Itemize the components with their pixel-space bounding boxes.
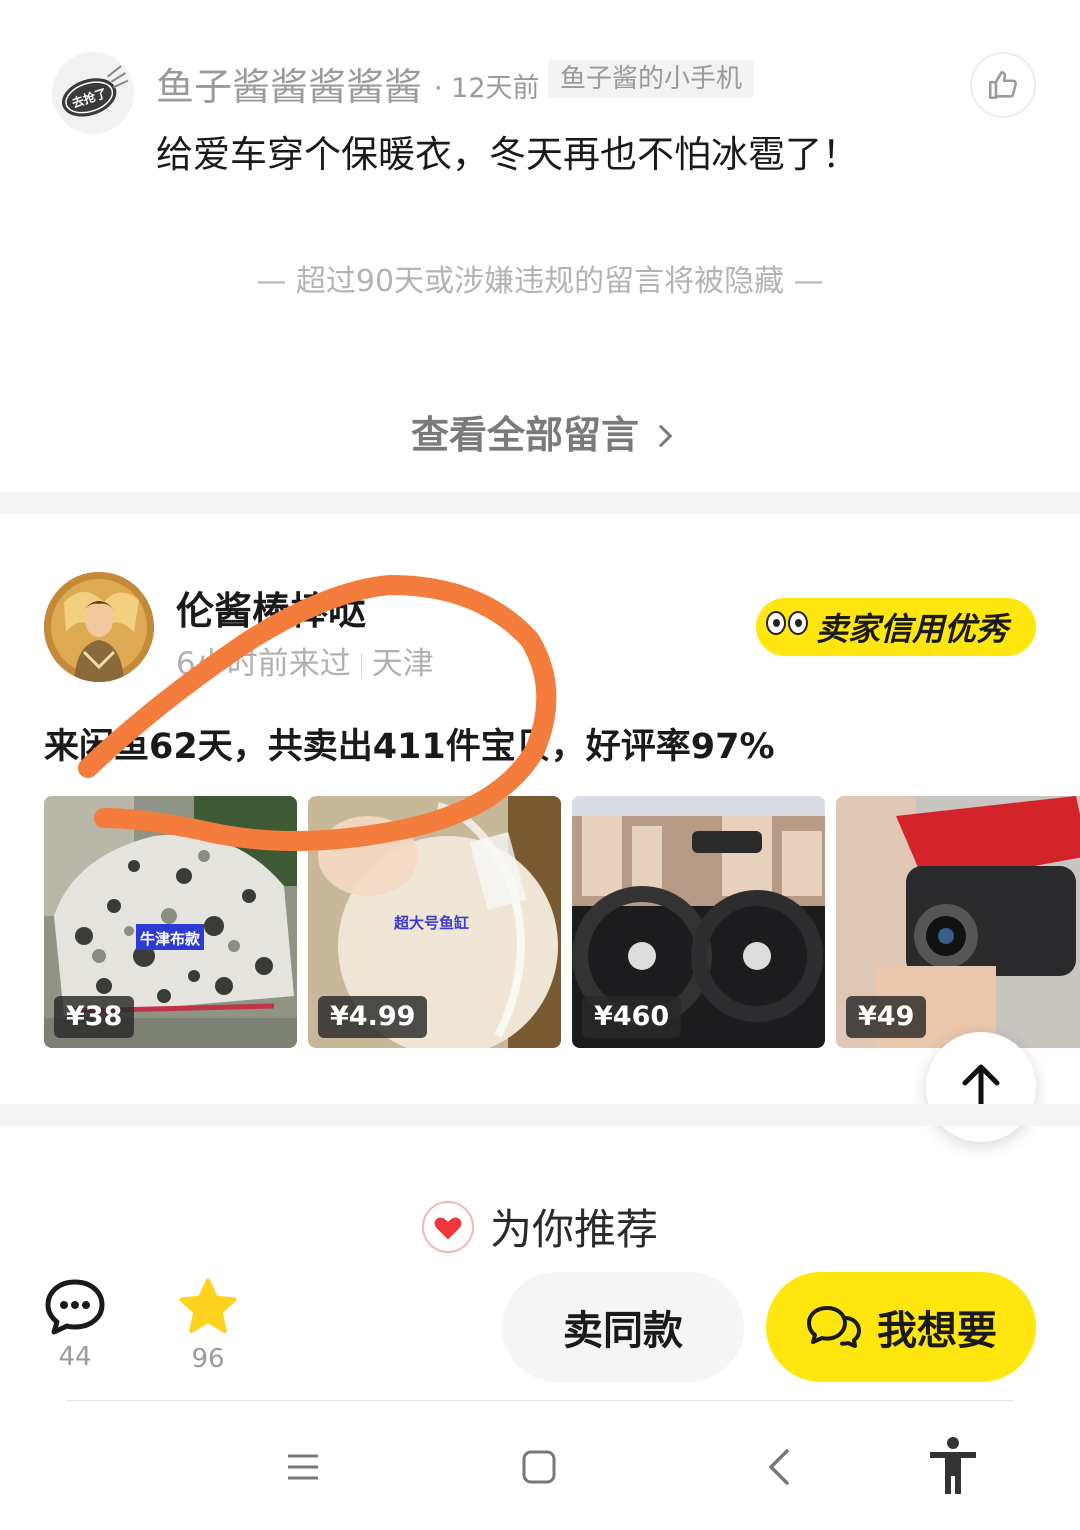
comment-count: 44 bbox=[58, 1342, 92, 1372]
like-button[interactable] bbox=[970, 52, 1036, 118]
square-home-icon bbox=[522, 1450, 556, 1484]
item-price: ¥4.99 bbox=[318, 996, 428, 1038]
seller-card: 伦酱棒棒哒 6小时前来过 天津 卖家信用优秀 来闲鱼62天，共卖出411件宝贝，好… bbox=[0, 514, 1080, 1104]
seller-stats: 来闲鱼62天，共卖出411件宝贝，好评率97% bbox=[44, 727, 775, 767]
chat-bubble-icon bbox=[45, 1279, 105, 1335]
seller-item[interactable]: ¥49 bbox=[836, 796, 1080, 1048]
credit-badge-label: 卖家信用优秀 bbox=[816, 610, 1009, 648]
action-bar-divider bbox=[66, 1400, 1014, 1401]
seller-name[interactable]: 伦酱棒棒哒 bbox=[176, 580, 366, 635]
view-all-comments-link[interactable]: 查看全部留言 bbox=[0, 404, 1080, 459]
meta-separator bbox=[360, 652, 362, 679]
seller-items-strip[interactable]: 牛津布款 ¥38 超大号鱼缸 ¥4.99 ¥460 ¥49 bbox=[44, 796, 1080, 1048]
commenter-avatar[interactable]: 去抢了 bbox=[52, 52, 134, 134]
comment-action[interactable]: 44 bbox=[44, 1278, 106, 1372]
recent-apps-button[interactable] bbox=[268, 1432, 338, 1502]
back-button[interactable] bbox=[744, 1432, 814, 1502]
item-overlay-label: 牛津布款 bbox=[140, 930, 201, 948]
seller-item[interactable]: 超大号鱼缸 ¥4.99 bbox=[308, 796, 561, 1048]
favorite-count: 96 bbox=[191, 1344, 225, 1374]
accessibility-icon bbox=[930, 1437, 976, 1494]
eyes-mascot-icon bbox=[762, 607, 814, 647]
chevron-right-icon bbox=[649, 424, 673, 448]
seller-item[interactable]: ¥460 bbox=[572, 796, 825, 1048]
section-divider bbox=[0, 1104, 1080, 1126]
item-overlay-label: 超大号鱼缸 bbox=[394, 914, 470, 932]
chat-bubbles-icon bbox=[807, 1306, 861, 1348]
commenter-device-tag: 鱼子酱的小手机 bbox=[548, 60, 755, 98]
accessibility-button[interactable] bbox=[918, 1432, 988, 1502]
chevron-left-icon bbox=[769, 1449, 789, 1485]
favorite-action[interactable]: 96 bbox=[176, 1276, 240, 1374]
commenter-name[interactable]: 鱼子酱酱酱酱酱 bbox=[156, 56, 422, 111]
item-price: ¥460 bbox=[582, 996, 682, 1038]
i-want-button[interactable]: 我想要 bbox=[766, 1272, 1036, 1382]
seller-meta: 6小时前来过 天津 bbox=[176, 638, 434, 683]
comment-text: 给爱车穿个保暖衣，冬天再也不怕冰雹了！ bbox=[156, 133, 859, 176]
thumbs-up-icon bbox=[988, 70, 1017, 100]
recommend-header: 为你推荐 bbox=[0, 1196, 1080, 1257]
seller-avatar[interactable] bbox=[44, 572, 154, 682]
i-want-label: 我想要 bbox=[877, 1308, 997, 1354]
comment-time: · 12天前 bbox=[434, 73, 540, 104]
sell-same-label: 卖同款 bbox=[563, 1308, 683, 1354]
seller-last-seen: 6小时前来过 bbox=[176, 646, 351, 682]
item-price: ¥49 bbox=[846, 996, 927, 1038]
item-price: ¥38 bbox=[54, 996, 135, 1038]
recommend-title: 为你推荐 bbox=[489, 1205, 658, 1254]
comment-section: 去抢了 鱼子酱酱酱酱酱 · 12天前 鱼子酱的小手机 给爱车穿个保暖衣，冬天再也… bbox=[0, 0, 1080, 492]
system-nav-bar bbox=[0, 1402, 1080, 1530]
menu-lines-icon bbox=[288, 1454, 318, 1480]
section-divider bbox=[0, 492, 1080, 514]
seller-credit-badge[interactable]: 卖家信用优秀 bbox=[756, 598, 1036, 656]
view-all-comments-label: 查看全部留言 bbox=[410, 413, 639, 457]
sell-same-button[interactable]: 卖同款 bbox=[502, 1272, 744, 1382]
seller-item[interactable]: 牛津布款 ¥38 bbox=[44, 796, 297, 1048]
star-icon bbox=[179, 1278, 237, 1333]
seller-location: 天津 bbox=[371, 646, 434, 682]
heart-icon bbox=[421, 1200, 474, 1253]
home-button[interactable] bbox=[504, 1432, 574, 1502]
hidden-comments-notice: — 超过90天或涉嫌违规的留言将被隐藏 — bbox=[256, 264, 824, 299]
